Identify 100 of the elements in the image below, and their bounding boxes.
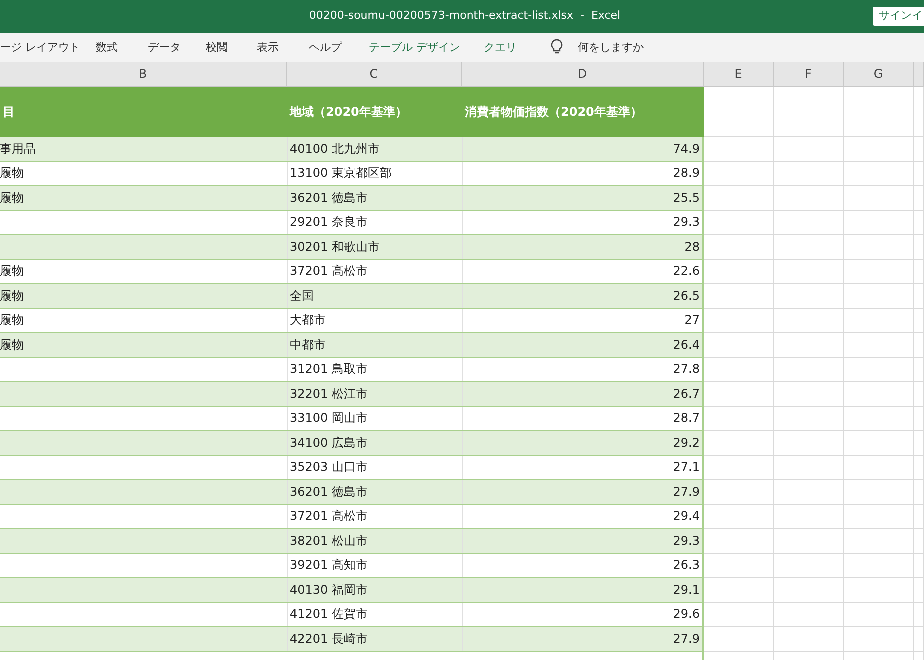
empty-cell bbox=[774, 554, 844, 578]
empty-cell bbox=[844, 186, 914, 210]
table-cell: 履物 bbox=[0, 162, 287, 186]
column-header[interactable]: E bbox=[704, 62, 774, 86]
table-cell: 74.9 bbox=[462, 137, 704, 162]
table-cell: 大都市 bbox=[287, 308, 462, 333]
ribbon-tab[interactable]: クエリ bbox=[484, 40, 517, 56]
table-cell: 26.7 bbox=[462, 382, 704, 406]
empty-cell bbox=[774, 284, 844, 308]
column-header[interactable]: B bbox=[0, 62, 287, 86]
empty-cell bbox=[914, 578, 924, 602]
table-cell: 履物 bbox=[0, 260, 287, 284]
ribbon-tab[interactable]: ージ レイアウト bbox=[0, 40, 80, 56]
empty-cell bbox=[774, 529, 844, 554]
table-cell: 37201 高松市 bbox=[287, 260, 462, 284]
empty-cell bbox=[844, 308, 914, 333]
table-header-cell: 地域（2020年基準） bbox=[287, 87, 462, 137]
table-cell: 35203 山口市 bbox=[287, 456, 462, 480]
empty-cell bbox=[844, 504, 914, 529]
ribbon-tab[interactable]: データ bbox=[148, 40, 181, 56]
empty-cell bbox=[844, 358, 914, 382]
empty-cell bbox=[774, 431, 844, 456]
table-cell: 全国 bbox=[287, 284, 462, 308]
ribbon-tab[interactable]: ヘルプ bbox=[309, 40, 342, 56]
table-cell: 34100 広島市 bbox=[287, 431, 462, 456]
table-cell: 27.1 bbox=[462, 456, 704, 480]
window-title: 00200-soumu-00200573-month-extract-list.xlsx - Excel bbox=[309, 8, 621, 24]
column-header[interactable]: D bbox=[462, 62, 704, 86]
empty-cell bbox=[914, 431, 924, 456]
table-cell: 26.3 bbox=[462, 554, 704, 578]
tell-me-search[interactable]: 何をしますか bbox=[578, 40, 644, 56]
empty-cell bbox=[914, 602, 924, 627]
empty-cell bbox=[914, 210, 924, 235]
empty-cell bbox=[844, 137, 914, 162]
empty-cell bbox=[914, 333, 924, 358]
empty-cell bbox=[914, 406, 924, 431]
table-cell: 中都市 bbox=[287, 333, 462, 358]
table-cell: 29.6 bbox=[462, 602, 704, 627]
empty-cell bbox=[844, 333, 914, 358]
empty-cell bbox=[844, 554, 914, 578]
empty-cell bbox=[914, 382, 924, 406]
column-header[interactable]: F bbox=[774, 62, 844, 86]
table-cell: 33100 岡山市 bbox=[287, 406, 462, 431]
table-cell: 29.3 bbox=[462, 210, 704, 235]
empty-cell bbox=[914, 186, 924, 210]
empty-cell bbox=[914, 235, 924, 260]
table-cell: 29.1 bbox=[462, 578, 704, 602]
table-header-cell: 目 bbox=[0, 87, 287, 137]
table-header-cell: 消費者物価指数（2020年基準） bbox=[462, 87, 704, 137]
empty-cell bbox=[844, 406, 914, 431]
empty-cell bbox=[844, 431, 914, 456]
table-cell: 40100 北九州市 bbox=[287, 137, 462, 162]
table-cell: 29.4 bbox=[462, 504, 704, 529]
table-cell: 28 bbox=[462, 235, 704, 260]
empty-cell bbox=[914, 627, 924, 652]
ribbon-tab[interactable]: 数式 bbox=[96, 40, 118, 56]
empty-cell bbox=[774, 162, 844, 186]
table-cell: 36201 徳島市 bbox=[287, 186, 462, 210]
table-cell: 28.7 bbox=[462, 406, 704, 431]
column-header[interactable]: G bbox=[844, 62, 914, 86]
table-cell: 36201 徳島市 bbox=[287, 480, 462, 504]
empty-cell bbox=[914, 137, 924, 162]
empty-cell bbox=[914, 260, 924, 284]
empty-cell bbox=[844, 578, 914, 602]
table-cell: 40130 福岡市 bbox=[287, 578, 462, 602]
empty-cell bbox=[774, 382, 844, 406]
empty-cell bbox=[844, 260, 914, 284]
empty-cell bbox=[774, 333, 844, 358]
table-cell: 39201 高知市 bbox=[287, 554, 462, 578]
table-cell: 履物 bbox=[0, 284, 287, 308]
table-cell: 履物 bbox=[0, 333, 287, 358]
empty-cell bbox=[844, 480, 914, 504]
table-cell: 事用品 bbox=[0, 137, 287, 162]
ribbon-tab[interactable]: 校閲 bbox=[206, 40, 228, 56]
empty-cell bbox=[844, 382, 914, 406]
table-cell: 31201 鳥取市 bbox=[287, 358, 462, 382]
table-cell: 13100 東京都区部 bbox=[287, 162, 462, 186]
empty-cell bbox=[844, 627, 914, 652]
table-cell: 38201 松山市 bbox=[287, 529, 462, 554]
empty-cell bbox=[774, 235, 844, 260]
empty-cell bbox=[774, 308, 844, 333]
lightbulb-icon bbox=[551, 39, 563, 55]
table-cell: 26.5 bbox=[462, 284, 704, 308]
empty-cell bbox=[774, 480, 844, 504]
empty-cell bbox=[914, 456, 924, 480]
table-cell: 22.6 bbox=[462, 260, 704, 284]
sign-in-button[interactable]: サインイ bbox=[873, 7, 924, 26]
ribbon-tab[interactable]: テーブル デザイン bbox=[369, 40, 460, 56]
empty-cell bbox=[914, 529, 924, 554]
empty-cell bbox=[844, 162, 914, 186]
empty-cell bbox=[914, 504, 924, 529]
empty-cell bbox=[914, 162, 924, 186]
empty-cell bbox=[774, 137, 844, 162]
empty-cell bbox=[844, 210, 914, 235]
empty-cell bbox=[914, 308, 924, 333]
table-cell: 29.3 bbox=[462, 529, 704, 554]
ribbon-tab[interactable]: 表示 bbox=[257, 40, 279, 56]
empty-cell bbox=[844, 602, 914, 627]
column-header[interactable]: C bbox=[287, 62, 462, 86]
empty-cell bbox=[774, 358, 844, 382]
